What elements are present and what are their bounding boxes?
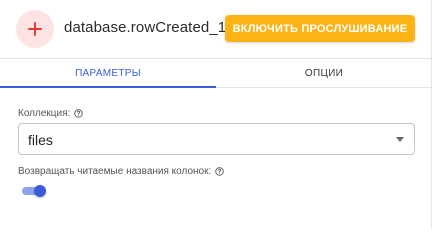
help-circle-icon[interactable] [215,167,224,176]
chevron-down-icon [396,137,404,142]
toggle-thumb [34,185,46,197]
collection-select[interactable]: files [18,123,415,155]
node-icon-badge [16,10,54,48]
enable-listening-button[interactable]: ВКЛЮЧИТЬ ПРОСЛУШИВАНИЕ [225,15,415,42]
tab-parameters[interactable]: ПАРАМЕТРЫ [0,59,216,88]
node-settings-panel: database.rowCreated_1 ВКЛЮЧИТЬ ПРОСЛУШИВ… [0,0,432,228]
plus-icon [28,22,42,36]
settings-tabs: ПАРАМЕТРЫ ОПЦИИ [0,58,432,88]
node-header: database.rowCreated_1 ВКЛЮЧИТЬ ПРОСЛУШИВ… [0,0,432,58]
readable-columns-label: Возвращать читаемые названия колонок: [18,166,212,177]
tab-options[interactable]: ОПЦИИ [216,59,432,87]
collection-select-value: files [28,132,53,148]
collection-label: Коллекция: [18,108,71,119]
readable-columns-label-row: Возвращать читаемые названия колонок: [18,166,224,177]
readable-columns-toggle[interactable] [22,185,46,197]
help-circle-icon[interactable] [74,109,84,118]
collection-label-row: Коллекция: [18,108,84,119]
node-title: database.rowCreated_1 [64,19,227,36]
